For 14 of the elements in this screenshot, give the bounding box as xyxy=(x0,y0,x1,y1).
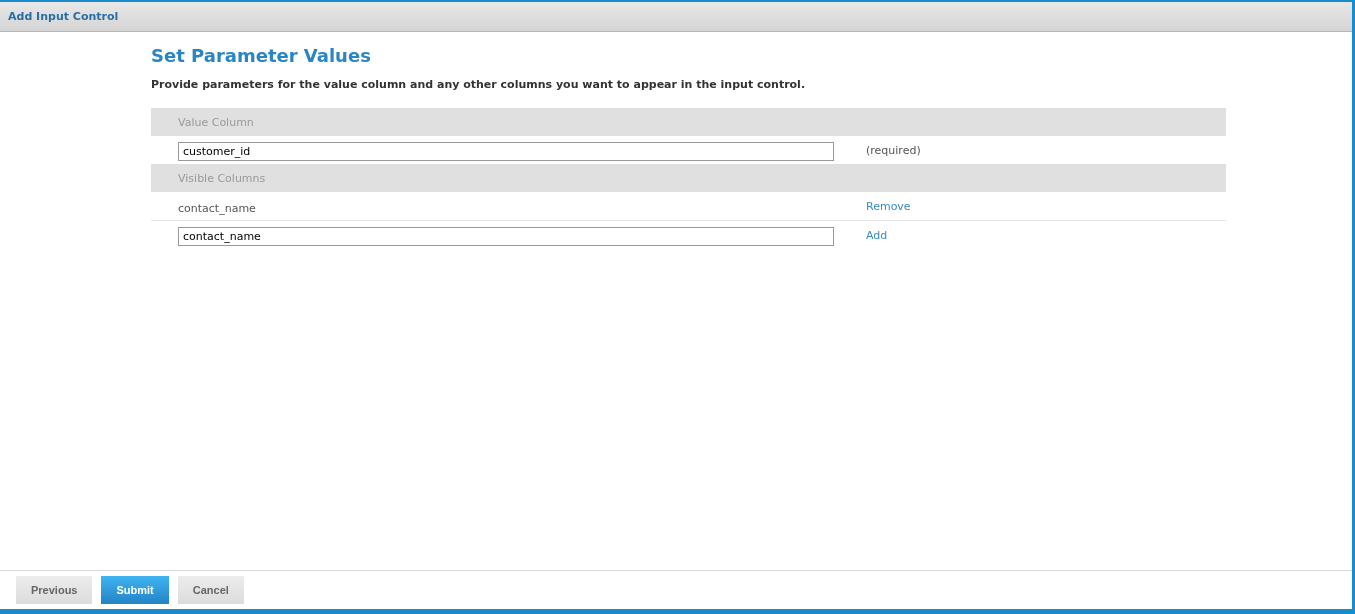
section-title: Value Column xyxy=(178,115,254,129)
required-note: (required) xyxy=(866,143,921,157)
instructions-text: Provide parameters for the value column and any other columns you want to appear in the input control. xyxy=(151,78,807,91)
window-title: Add Input Control xyxy=(8,10,119,23)
action-link[interactable]: Add xyxy=(866,228,888,242)
input-field[interactable]: contact_name xyxy=(178,226,834,246)
input-field[interactable]: customer_id xyxy=(178,141,834,161)
action-link[interactable]: Remove xyxy=(866,199,911,213)
footer-button[interactable]: Cancel xyxy=(177,576,244,604)
page-heading: Set Parameter Values xyxy=(151,45,372,66)
section-title: Visible Columns xyxy=(178,171,266,185)
column-name: contact_name xyxy=(178,201,256,215)
footer-button[interactable]: Submit xyxy=(101,576,169,604)
footer-button[interactable]: Previous xyxy=(16,576,93,604)
